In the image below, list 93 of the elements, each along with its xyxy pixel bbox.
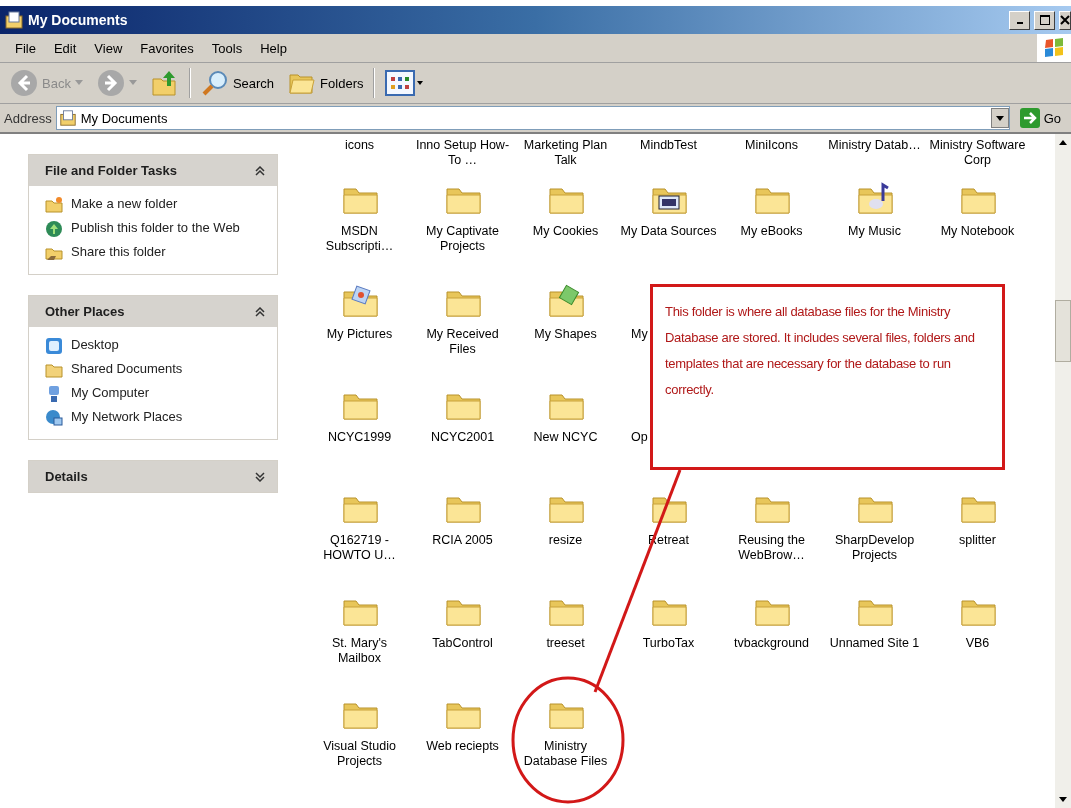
close-icon — [1060, 15, 1070, 25]
windows-logo-icon — [1037, 34, 1071, 62]
file-label[interactable]: Marketing Plan Talk — [517, 138, 614, 168]
file-label[interactable]: Ministry Datab… — [826, 138, 923, 153]
arrow-icon — [1019, 108, 1040, 128]
file-label[interactable]: Unnamed Site 1 — [826, 636, 923, 651]
file-label[interactable]: Reusing the WebBrow… — [723, 533, 820, 563]
documents-icon — [4, 10, 24, 30]
dropdown-button[interactable] — [990, 108, 1009, 128]
file-label[interactable]: My Cookies — [517, 224, 614, 239]
caret-icon — [74, 80, 83, 86]
collapse-chevron-icon[interactable] — [255, 306, 265, 317]
task-link[interactable]: My Network Places — [45, 409, 267, 427]
network-icon — [45, 409, 63, 427]
file-label[interactable]: My Data Sources — [620, 224, 717, 239]
file-label[interactable]: icons — [311, 138, 408, 153]
file-label[interactable]: treeset — [517, 636, 614, 651]
collapse-chevron-icon[interactable] — [255, 165, 265, 176]
picture-folder-icon — [340, 282, 379, 320]
task-link[interactable]: Make a new folder — [45, 196, 267, 214]
file-label[interactable]: Ministry Software Corp — [929, 138, 1026, 168]
maximize-button[interactable] — [1034, 10, 1055, 30]
desktop-icon — [45, 337, 63, 355]
menu-item[interactable]: Help — [253, 38, 294, 58]
file-label[interactable]: MindbTest — [620, 138, 717, 153]
file-label[interactable]: My Pictures — [311, 327, 408, 342]
file-label[interactable]: New NCYC — [517, 430, 614, 445]
file-label[interactable]: Visual Studio Projects — [311, 739, 408, 769]
file-label[interactable]: St. Mary's Mailbox — [311, 636, 408, 666]
file-label[interactable]: My eBooks — [723, 224, 820, 239]
task-link[interactable]: Desktop — [45, 337, 267, 355]
views-icon — [385, 69, 426, 97]
expand-chevron-icon[interactable] — [255, 471, 265, 482]
file-label[interactable]: NCYC2001 — [414, 430, 511, 445]
search-button[interactable]: Search — [196, 67, 279, 99]
file-label[interactable]: My Received Files — [414, 327, 511, 357]
file-label[interactable]: VB6 — [929, 636, 1026, 651]
menu-item[interactable]: View — [87, 38, 130, 58]
menu-item[interactable]: Edit — [46, 38, 84, 58]
menu-item[interactable]: Favorites — [133, 38, 201, 58]
close-button[interactable] — [1059, 10, 1071, 30]
file-label[interactable]: My Music — [826, 224, 923, 239]
panel-header[interactable]: File and Folder Tasks — [29, 155, 277, 186]
file-label[interactable]: My — [617, 327, 648, 342]
caret-icon — [995, 115, 1004, 121]
task-link[interactable]: Share this folder — [45, 244, 267, 262]
scrollbar[interactable] — [1055, 134, 1071, 808]
panel-title: Details — [45, 469, 88, 484]
file-label[interactable]: Ministry Database Files — [517, 739, 614, 769]
file-label[interactable]: SharpDevelop Projects — [826, 533, 923, 563]
minimize-icon — [1016, 22, 1023, 24]
shapes-folder-icon — [546, 282, 585, 320]
address-label: Address — [4, 110, 52, 126]
file-label[interactable]: MiniIcons — [723, 138, 820, 153]
file-label[interactable]: TabControl — [414, 636, 511, 651]
file-label[interactable]: splitter — [929, 533, 1026, 548]
panel-title: Other Places — [45, 304, 125, 319]
scroll-thumb[interactable] — [1055, 300, 1071, 362]
callout-note: This folder is where all database files for the Ministry Database are stored. It includes several files, folders and templates that are necessary for the database to run correctly. — [650, 284, 1005, 470]
panel-header[interactable]: Other Places — [29, 296, 277, 327]
address-field[interactable]: My Documents — [55, 106, 1010, 130]
task-link[interactable]: My Computer — [45, 385, 267, 403]
file-label[interactable]: MSDN Subscripti… — [311, 224, 408, 254]
maximize-icon — [1039, 15, 1050, 25]
address-value: My Documents — [80, 110, 168, 126]
search-icon — [200, 69, 229, 97]
file-label[interactable]: My Captivate Projects — [414, 224, 511, 254]
menu-item[interactable]: File — [8, 38, 43, 58]
go-button[interactable]: Go — [1013, 108, 1067, 128]
file-label[interactable]: NCYC1999 — [311, 430, 408, 445]
task-link[interactable]: Shared Documents — [45, 361, 267, 379]
file-label[interactable]: Q162719 - HOWTO U… — [311, 533, 408, 563]
panel-title: File and Folder Tasks — [45, 163, 177, 178]
window-title: My Documents — [28, 12, 129, 28]
panel-header[interactable]: Details — [29, 461, 277, 492]
folder-up-icon — [150, 69, 179, 97]
caret-icon — [128, 80, 137, 86]
new-folder-icon — [45, 196, 63, 214]
folders-button[interactable]: Folders — [284, 67, 368, 99]
file-label[interactable]: tvbackground — [723, 636, 820, 651]
file-label[interactable]: Op — [617, 430, 648, 445]
file-label[interactable]: TurboTax — [620, 636, 717, 651]
file-label[interactable]: Inno Setup How-To … — [414, 138, 511, 168]
minimize-button[interactable] — [1009, 10, 1030, 30]
file-label[interactable]: resize — [517, 533, 614, 548]
file-label[interactable]: Web reciepts — [414, 739, 511, 754]
documents-icon — [58, 109, 77, 127]
file-label[interactable]: My Notebook — [929, 224, 1026, 239]
folder-icon — [45, 361, 63, 379]
file-label[interactable]: RCIA 2005 — [414, 533, 511, 548]
task-link[interactable]: Publish this folder to the Web — [45, 220, 267, 238]
menu-item[interactable]: Tools — [204, 38, 250, 58]
file-label[interactable]: My Shapes — [517, 327, 614, 342]
